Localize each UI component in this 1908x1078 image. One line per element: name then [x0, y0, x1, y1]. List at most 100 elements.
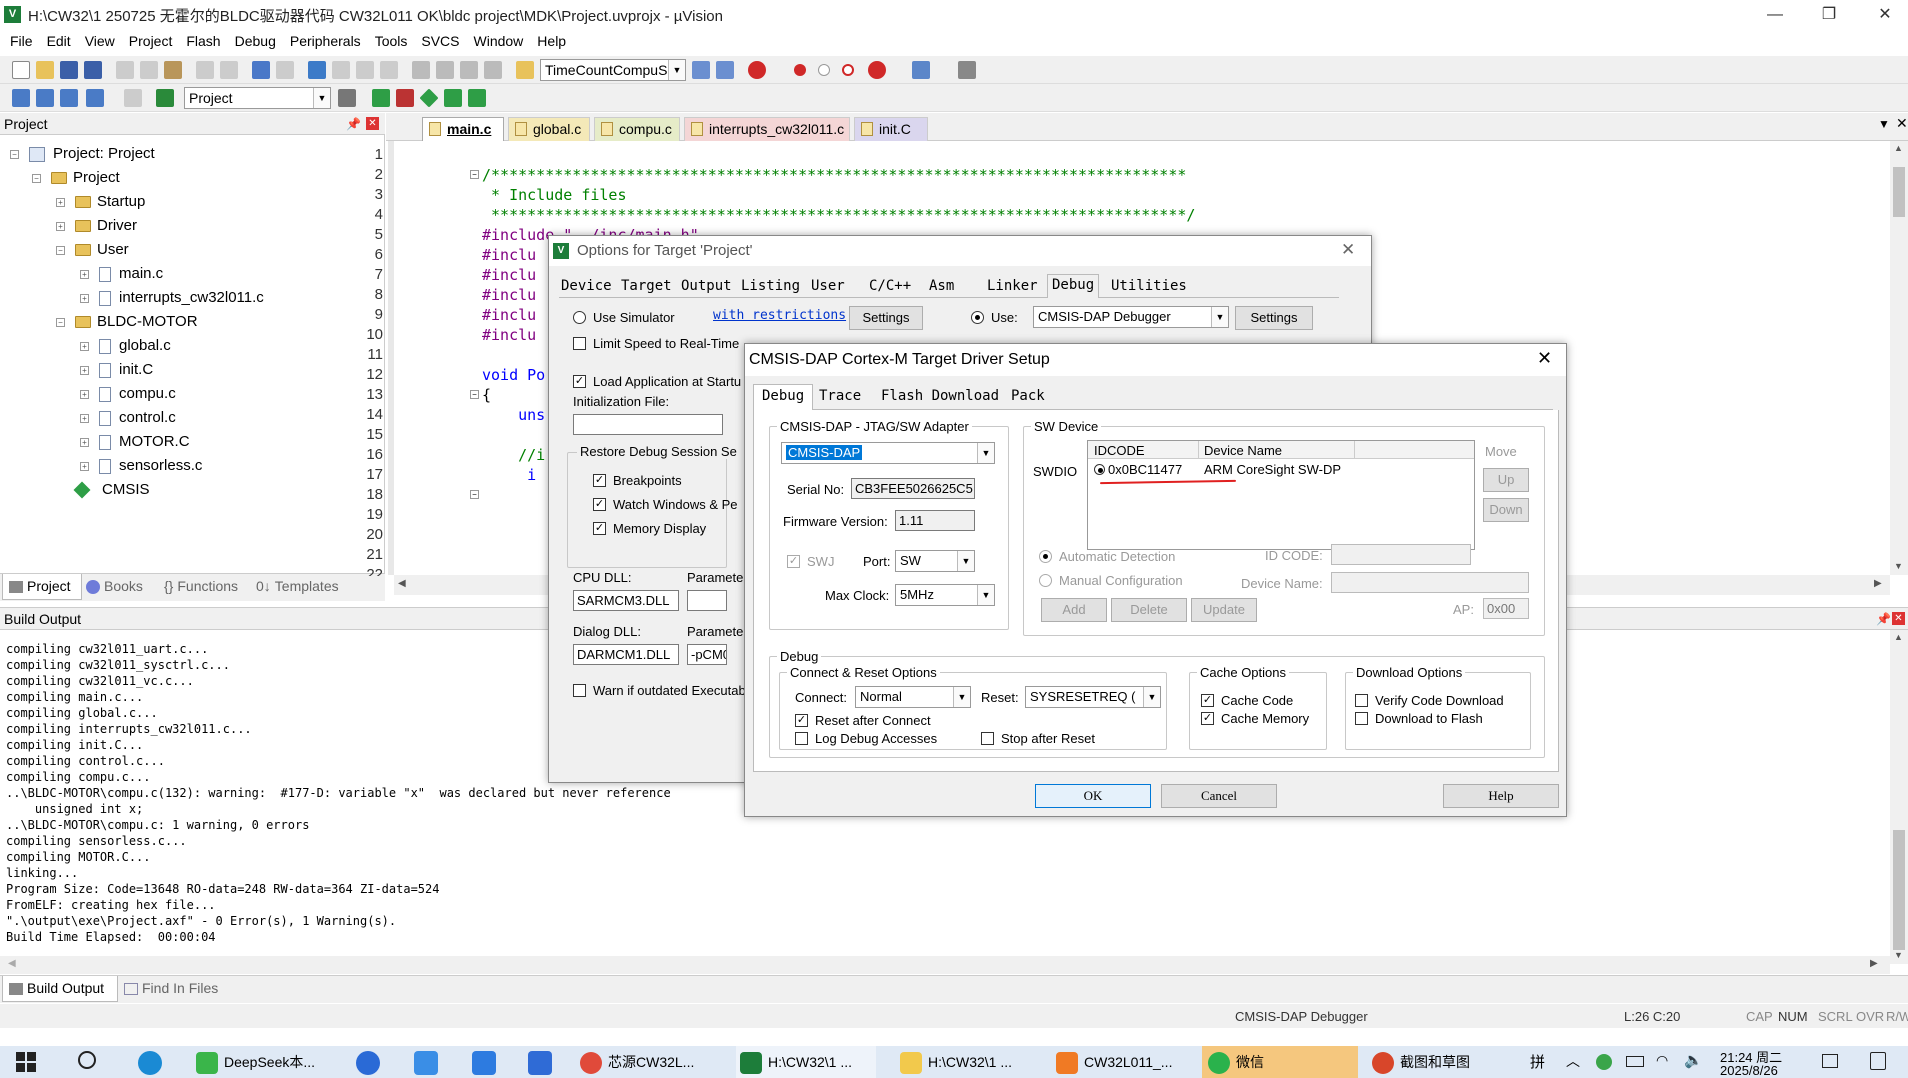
dialog-dll-input[interactable]: DARMCM1.DLL: [573, 644, 679, 665]
app-icon-check[interactable]: [414, 1051, 438, 1075]
rte-icon[interactable]: [419, 88, 439, 108]
find-icon[interactable]: [692, 61, 710, 79]
bookmark-clear-icon[interactable]: [380, 61, 398, 79]
tab-debug[interactable]: Debug: [753, 384, 814, 410]
taskbar-app-deepseek[interactable]: DeepSeek本...: [196, 1046, 315, 1078]
tab-user[interactable]: User: [811, 278, 845, 294]
code-line[interactable]: #inclu: [482, 266, 536, 284]
expand-icon[interactable]: +: [80, 269, 89, 279]
tab-pack[interactable]: Pack: [1011, 388, 1045, 404]
breakpoints-checkbox[interactable]: ✓: [593, 474, 606, 487]
tree-file[interactable]: + main.c: [80, 265, 163, 282]
ap-input[interactable]: 0x00: [1483, 598, 1529, 619]
battery-icon[interactable]: [1626, 1056, 1644, 1067]
down-button[interactable]: Down: [1483, 498, 1529, 522]
tab-compu-c[interactable]: compu.c: [594, 117, 680, 141]
menu-tools[interactable]: Tools: [368, 30, 415, 52]
menu-peripherals[interactable]: Peripherals: [283, 30, 368, 52]
target-select[interactable]: Project ▼: [184, 87, 331, 109]
indent-icon[interactable]: [412, 61, 430, 79]
delete-button[interactable]: Delete: [1111, 598, 1187, 622]
up-button[interactable]: Up: [1483, 468, 1529, 492]
menu-project[interactable]: Project: [122, 30, 180, 52]
pack-installer-icon[interactable]: [468, 89, 486, 107]
tree-group-bldc-motor[interactable]: − BLDC-MOTOR: [56, 313, 198, 330]
pin-icon[interactable]: 📌: [1876, 608, 1891, 630]
incremental-find-icon[interactable]: [716, 61, 734, 79]
verify-download-checkbox[interactable]: [1355, 694, 1368, 707]
scroll-thumb[interactable]: [1893, 167, 1905, 217]
menu-help[interactable]: Help: [530, 30, 573, 52]
fold-marker-icon[interactable]: −: [470, 490, 479, 499]
tab-cc[interactable]: C/C++: [869, 278, 911, 294]
menu-view[interactable]: View: [78, 30, 122, 52]
maximize-button[interactable]: ❐: [1806, 0, 1852, 30]
tree-file[interactable]: + global.c: [80, 337, 171, 354]
open-icon[interactable]: [36, 61, 54, 79]
tab-listing[interactable]: Listing: [741, 278, 800, 294]
breakpoint-icon[interactable]: [794, 64, 806, 76]
memory-display-checkbox[interactable]: ✓: [593, 522, 606, 535]
tree-file[interactable]: + compu.c: [80, 385, 176, 402]
breakpoint-disable-icon[interactable]: [818, 64, 830, 76]
log-debug-checkbox[interactable]: [795, 732, 808, 745]
serial-input[interactable]: CB3FEE5026625C5: [851, 478, 975, 499]
clock-date[interactable]: 2025/8/26: [1720, 1063, 1778, 1078]
update-button[interactable]: Update: [1191, 598, 1257, 622]
ok-button[interactable]: OK: [1035, 784, 1151, 808]
cut-icon[interactable]: [116, 61, 134, 79]
minimize-button[interactable]: —: [1752, 0, 1798, 30]
help-button[interactable]: Help: [1443, 784, 1559, 808]
port-select[interactable]: SW ▼: [895, 550, 975, 572]
manual-config-radio[interactable]: [1039, 574, 1052, 587]
tab-utilities[interactable]: Utilities: [1111, 278, 1187, 294]
tab-functions[interactable]: {} Functions: [164, 574, 238, 600]
cpu-dll-input[interactable]: SARMCM3.DLL: [573, 590, 679, 611]
scroll-right-icon[interactable]: ▶: [1870, 958, 1878, 969]
tab-project[interactable]: Project: [2, 574, 82, 600]
target-options-icon[interactable]: [338, 89, 356, 107]
cache-memory-checkbox[interactable]: ✓: [1201, 712, 1214, 725]
stop-after-reset-checkbox[interactable]: [981, 732, 994, 745]
reset-select[interactable]: SYSRESETREQ (▼: [1025, 686, 1161, 708]
code-line[interactable]: i: [482, 466, 536, 484]
tree-file[interactable]: + init.C: [80, 361, 153, 378]
select-software-packs-icon[interactable]: [444, 89, 462, 107]
configure-icon[interactable]: [958, 61, 976, 79]
cancel-button[interactable]: Cancel: [1161, 784, 1277, 808]
debugger-settings-button[interactable]: Settings: [1235, 306, 1313, 330]
tab-interrupts[interactable]: interrupts_cw32l011.c: [684, 117, 850, 141]
code-line[interactable]: //i: [482, 446, 545, 464]
scroll-left-icon[interactable]: ◀: [8, 958, 16, 969]
watch-windows-checkbox[interactable]: ✓: [593, 498, 606, 511]
rebuild-icon[interactable]: [60, 89, 78, 107]
scroll-down-icon[interactable]: ▼: [1894, 950, 1903, 960]
output-hscrollbar[interactable]: ◀ ▶: [0, 956, 1890, 974]
manage-project-icon[interactable]: [396, 89, 414, 107]
collapse-icon[interactable]: −: [56, 317, 65, 327]
bookmark-next-icon[interactable]: [356, 61, 374, 79]
search-icon[interactable]: [78, 1051, 96, 1069]
with-restrictions-link[interactable]: with restrictions: [713, 308, 846, 323]
editor-vscrollbar[interactable]: ▲ ▼: [1890, 141, 1908, 575]
undo-icon[interactable]: [196, 61, 214, 79]
breakpoint-kill-icon[interactable]: [842, 64, 854, 76]
tree-root[interactable]: − Project: Project: [10, 145, 155, 162]
tab-debug[interactable]: Debug: [1047, 274, 1100, 298]
debugger-select[interactable]: CMSIS-DAP Debugger ▼: [1033, 306, 1229, 328]
fold-marker-icon[interactable]: −: [470, 170, 479, 179]
init-file-input[interactable]: [573, 414, 723, 435]
expand-icon[interactable]: +: [56, 221, 65, 231]
menu-debug[interactable]: Debug: [228, 30, 283, 52]
panel-close-icon[interactable]: ✕: [366, 117, 379, 130]
auto-detect-radio[interactable]: [1039, 550, 1052, 563]
use-debugger-radio[interactable]: [971, 311, 984, 324]
tab-main-c[interactable]: main.c: [422, 117, 504, 141]
expand-icon[interactable]: +: [80, 437, 89, 447]
download-icon[interactable]: [156, 89, 174, 107]
debug-session-icon[interactable]: [748, 61, 766, 79]
taskbar-app-uvision[interactable]: H:\CW32\1 ...: [736, 1046, 876, 1078]
tree-group-startup[interactable]: + Startup: [56, 193, 145, 210]
tray-app-icon[interactable]: [1596, 1054, 1612, 1070]
tree-group-user[interactable]: − User: [56, 241, 129, 258]
